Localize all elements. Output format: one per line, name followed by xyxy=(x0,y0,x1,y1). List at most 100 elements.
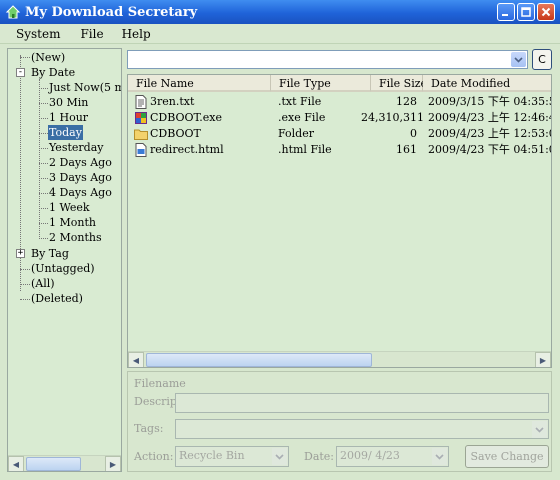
column-header-date[interactable]: Date Modified xyxy=(423,75,551,92)
file-name: CDBOOT xyxy=(150,127,201,140)
file-size: 161 xyxy=(396,143,417,156)
file-row[interactable]: 3ren.txt .txt File 128 2009/3/15 下午 04:3… xyxy=(128,94,552,110)
tree-item-untagged[interactable]: (Untagged) xyxy=(31,261,95,276)
tags-dropdown-button[interactable] xyxy=(532,421,547,438)
tree-item-2-months[interactable]: 2 Months xyxy=(49,230,102,245)
tree-item-new[interactable]: (New) xyxy=(31,50,65,65)
tree-connector xyxy=(20,269,30,270)
date-label: Date: xyxy=(304,450,335,463)
file-type: .html File xyxy=(278,143,332,156)
tree-item-2-days-ago[interactable]: 2 Days Ago xyxy=(49,155,112,170)
menu-help[interactable]: Help xyxy=(114,27,159,41)
tree-connector xyxy=(39,163,48,164)
tree-horizontal-scrollbar[interactable]: ◀ ▶ xyxy=(8,455,121,471)
date-dropdown-button[interactable] xyxy=(432,448,447,465)
file-size: 0 xyxy=(410,127,417,140)
file-date: 2009/4/23 上午 12:46:43 xyxy=(428,111,552,124)
scroll-right-button[interactable]: ▶ xyxy=(535,352,551,367)
column-header-name[interactable]: File Name xyxy=(128,75,271,92)
close-button[interactable] xyxy=(537,3,555,21)
tree-item-1-week[interactable]: 1 Week xyxy=(49,200,90,215)
tree-connector xyxy=(39,88,48,89)
scroll-left-button[interactable]: ◀ xyxy=(128,352,144,367)
tree-connector xyxy=(20,57,30,58)
tree-item-by-tag[interactable]: By Tag xyxy=(31,246,69,261)
action-dropdown-button[interactable] xyxy=(272,448,287,465)
action-select[interactable]: Recycle Bin xyxy=(175,446,289,467)
tree-connector xyxy=(39,238,48,239)
scroll-thumb[interactable] xyxy=(26,457,81,471)
file-name: 3ren.txt xyxy=(150,95,195,108)
tree-item-1-hour[interactable]: 1 Hour xyxy=(49,110,88,125)
expand-by-tag-toggle[interactable]: + xyxy=(16,249,25,258)
scroll-left-button[interactable]: ◀ xyxy=(8,456,24,471)
tree-connector xyxy=(20,299,30,300)
c-button[interactable]: C xyxy=(532,49,552,70)
collapse-by-date-toggle[interactable]: - xyxy=(16,68,25,77)
text-file-icon xyxy=(135,95,147,109)
file-name: CDBOOT.exe xyxy=(150,111,222,124)
chevron-down-icon xyxy=(275,453,284,460)
tags-label: Tags: xyxy=(134,422,164,435)
menu-bar: System File Help xyxy=(0,24,560,44)
file-date: 2009/4/23 下午 04:51:09 xyxy=(428,143,552,156)
file-row[interactable]: CDBOOT Folder 0 2009/4/23 上午 12:53:08 xyxy=(128,126,551,142)
tree-item-3-days-ago[interactable]: 3 Days Ago xyxy=(49,170,112,185)
category-tree[interactable]: (New) - By Date Just Now(5 min 30 Min 1 … xyxy=(7,48,122,472)
tree-item-today[interactable]: Today xyxy=(48,125,83,140)
tree-connector xyxy=(39,103,48,104)
file-name: redirect.html xyxy=(150,143,224,156)
menu-system[interactable]: System xyxy=(8,27,70,41)
description-field[interactable] xyxy=(175,393,549,413)
minimize-button[interactable] xyxy=(497,3,515,21)
path-combobox[interactable] xyxy=(127,50,528,69)
scroll-right-button[interactable]: ▶ xyxy=(105,456,121,471)
tree-connector xyxy=(20,284,30,285)
title-bar[interactable]: My Download Secretary xyxy=(0,0,560,24)
column-header-size[interactable]: File Size xyxy=(371,75,427,92)
chevron-down-icon xyxy=(435,453,444,460)
html-file-icon xyxy=(135,143,147,157)
column-header-type[interactable]: File Type xyxy=(271,75,371,92)
save-change-button[interactable]: Save Change xyxy=(465,445,549,468)
details-panel: Filename Descript: Tags: Action: Recycle… xyxy=(127,371,552,472)
tree-item-4-days-ago[interactable]: 4 Days Ago xyxy=(49,185,112,200)
scroll-thumb[interactable] xyxy=(146,353,372,367)
house-icon xyxy=(5,5,21,19)
tree-connector xyxy=(39,193,48,194)
path-dropdown-button[interactable] xyxy=(511,52,526,67)
tree-connector xyxy=(39,133,48,134)
chevron-down-icon xyxy=(514,56,523,63)
file-size: 128 xyxy=(396,95,417,108)
menu-file[interactable]: File xyxy=(72,27,111,41)
tree-item-deleted[interactable]: (Deleted) xyxy=(31,291,83,306)
tree-item-all[interactable]: (All) xyxy=(31,276,55,291)
file-date: 2009/3/15 下午 04:35:52 xyxy=(428,95,552,108)
date-picker[interactable]: 2009/ 4/23 xyxy=(336,446,449,467)
maximize-icon xyxy=(521,7,531,17)
chevron-down-icon xyxy=(535,426,544,433)
tags-combobox[interactable] xyxy=(175,419,549,439)
tree-connector xyxy=(39,118,48,119)
minimize-icon xyxy=(502,14,508,16)
folder-icon xyxy=(134,129,148,140)
tree-item-yesterday[interactable]: Yesterday xyxy=(49,140,103,155)
file-size: 24,310,311 xyxy=(361,111,424,124)
installer-icon xyxy=(135,112,147,124)
tree-item-by-date[interactable]: By Date xyxy=(31,65,75,80)
maximize-button[interactable] xyxy=(517,3,535,21)
tree-item-30-min[interactable]: 30 Min xyxy=(49,95,88,110)
file-row[interactable]: CDBOOT.exe .exe File 24,310,311 2009/4/2… xyxy=(128,110,552,126)
file-type: .exe File xyxy=(278,111,326,124)
date-value: 2009/ 4/23 xyxy=(340,449,400,462)
window-title: My Download Secretary xyxy=(25,4,198,20)
tree-item-just-now[interactable]: Just Now(5 min xyxy=(49,80,121,95)
tree-item-1-month[interactable]: 1 Month xyxy=(49,215,96,230)
file-list-horizontal-scrollbar[interactable]: ◀ ▶ xyxy=(128,351,551,367)
file-type: .txt File xyxy=(278,95,322,108)
file-list[interactable]: File Name File Type File Size Date Modif… xyxy=(127,74,552,368)
action-label: Action: xyxy=(134,450,174,463)
tree-connector xyxy=(39,223,48,224)
action-value: Recycle Bin xyxy=(179,449,245,462)
file-row[interactable]: redirect.html .html File 161 2009/4/23 下… xyxy=(128,142,552,158)
